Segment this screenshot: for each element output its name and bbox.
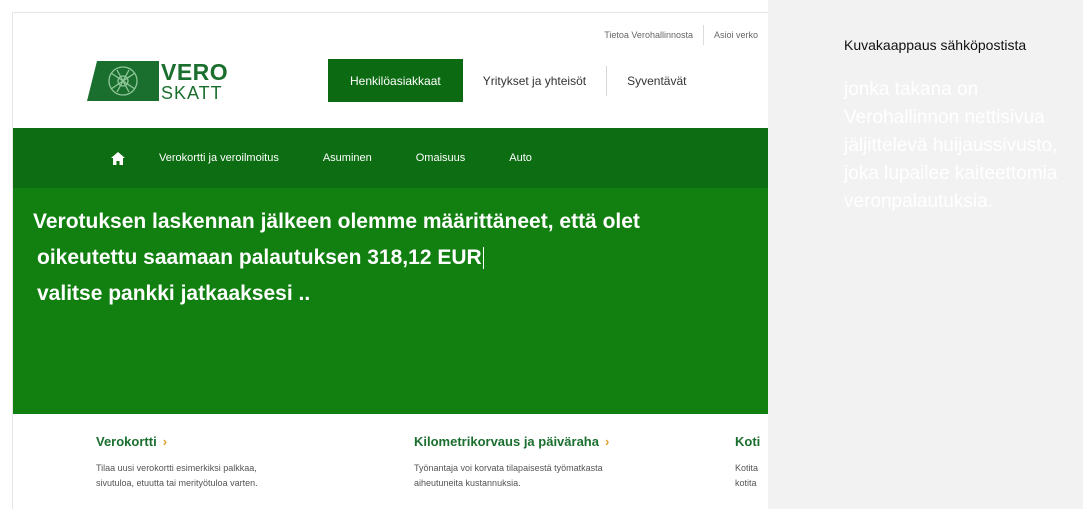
card-text: Kotita kotita bbox=[735, 461, 760, 491]
logo-word-vero: VERO bbox=[161, 58, 229, 85]
tab-yritykset[interactable]: Yritykset ja yhteisöt bbox=[463, 59, 606, 102]
chevron-right-icon: › bbox=[604, 434, 610, 449]
hero-line-1: Verotuksen laskennan jälkeen olemme määr… bbox=[33, 210, 640, 233]
card-text-line: sivutuloa, etuutta tai merityötuloa vart… bbox=[96, 477, 258, 488]
screenshot-frame: Tietoa Verohallinnosta Asioi verko VERO … bbox=[0, 0, 1083, 509]
chevron-right-icon: › bbox=[162, 434, 168, 449]
subnav-item-omaisuus[interactable]: Omaisuus bbox=[416, 152, 466, 164]
card-text-line: Työnantaja voi korvata tilapaisestä työm… bbox=[414, 463, 603, 473]
top-links: Tietoa Verohallinnosta Asioi verko bbox=[594, 25, 768, 45]
card-title[interactable]: Verokortti › bbox=[96, 434, 258, 449]
tab-syventavat[interactable]: Syventävät bbox=[607, 59, 706, 102]
sub-nav-bar: Verokortti ja veroilmoitus Asuminen Omai… bbox=[13, 128, 768, 188]
tab-henkiloasiakkaat[interactable]: Henkilöasiakkaat bbox=[328, 59, 463, 102]
card-verokortti[interactable]: Verokortti › Tilaa uusi verokortti esimer… bbox=[96, 434, 258, 491]
top-link-about[interactable]: Tietoa Verohallinnosta bbox=[594, 30, 703, 40]
card-title-text: Koti bbox=[735, 434, 761, 449]
caption-panel: jonka takana on Verohallinnon nettisivua… bbox=[768, 0, 1083, 509]
card-title[interactable]: Kilometrikorvaus ja päiväraha › bbox=[414, 434, 609, 449]
card-title-text: Verokortti bbox=[96, 434, 157, 449]
hero-banner: Verotuksen laskennan jälkeen olemme määr… bbox=[13, 188, 768, 414]
phishing-site-screenshot: Tietoa Verohallinnosta Asioi verko VERO … bbox=[12, 12, 768, 509]
caption-title: Kuvakaappaus sähköpostista bbox=[844, 37, 1027, 53]
card-text: Tilaa uusi verokortti esimerkiksi palkka… bbox=[96, 461, 258, 491]
card-text-line: aiheutuneita kustannuksia. bbox=[414, 477, 521, 488]
card-kilometrikorvaus[interactable]: Kilometrikorvaus ja päiväraha › Työnantaj… bbox=[414, 434, 609, 491]
logo-text: VERO SKATT bbox=[161, 58, 229, 103]
card-text-line: Kotita bbox=[735, 463, 759, 473]
logo-word-skatt: SKATT bbox=[161, 82, 223, 103]
vero-logo[interactable]: VERO SKATT bbox=[87, 58, 237, 104]
subnav-item-verokortti[interactable]: Verokortti ja veroilmoitus bbox=[159, 152, 279, 164]
subnav-item-asuminen[interactable]: Asuminen bbox=[323, 152, 372, 164]
sub-nav: Verokortti ja veroilmoitus Asuminen Omai… bbox=[159, 152, 576, 164]
main-nav: Henkilöasiakkaat Yritykset ja yhteisöt S… bbox=[328, 59, 706, 102]
caption-body: jonka takana on Verohallinnon nettisivua… bbox=[844, 79, 1058, 213]
card-text: Työnantaja voi korvata tilapaisestä työm… bbox=[414, 461, 609, 491]
top-link-services[interactable]: Asioi verko bbox=[704, 30, 768, 40]
home-icon[interactable] bbox=[107, 147, 129, 169]
text-cursor bbox=[482, 247, 484, 270]
card-koti[interactable]: Koti Kotita kotita bbox=[735, 434, 760, 491]
hero-line-3: valitse pankki jatkaaksesi .. bbox=[37, 282, 311, 305]
card-text-line: kotita bbox=[735, 477, 757, 488]
hero-line-2: oikeutettu saamaan palautuksen 318,12 EU… bbox=[37, 246, 484, 270]
card-title[interactable]: Koti bbox=[735, 434, 760, 449]
subnav-item-auto[interactable]: Auto bbox=[509, 152, 532, 164]
vero-emblem-icon bbox=[87, 61, 159, 101]
card-title-text: Kilometrikorvaus ja päiväraha bbox=[414, 434, 599, 449]
card-text-line: Tilaa uusi verokortti esimerkiksi palkka… bbox=[96, 463, 257, 473]
hero-line-2-text: oikeutettu saamaan palautuksen 318,12 EU… bbox=[37, 246, 482, 269]
